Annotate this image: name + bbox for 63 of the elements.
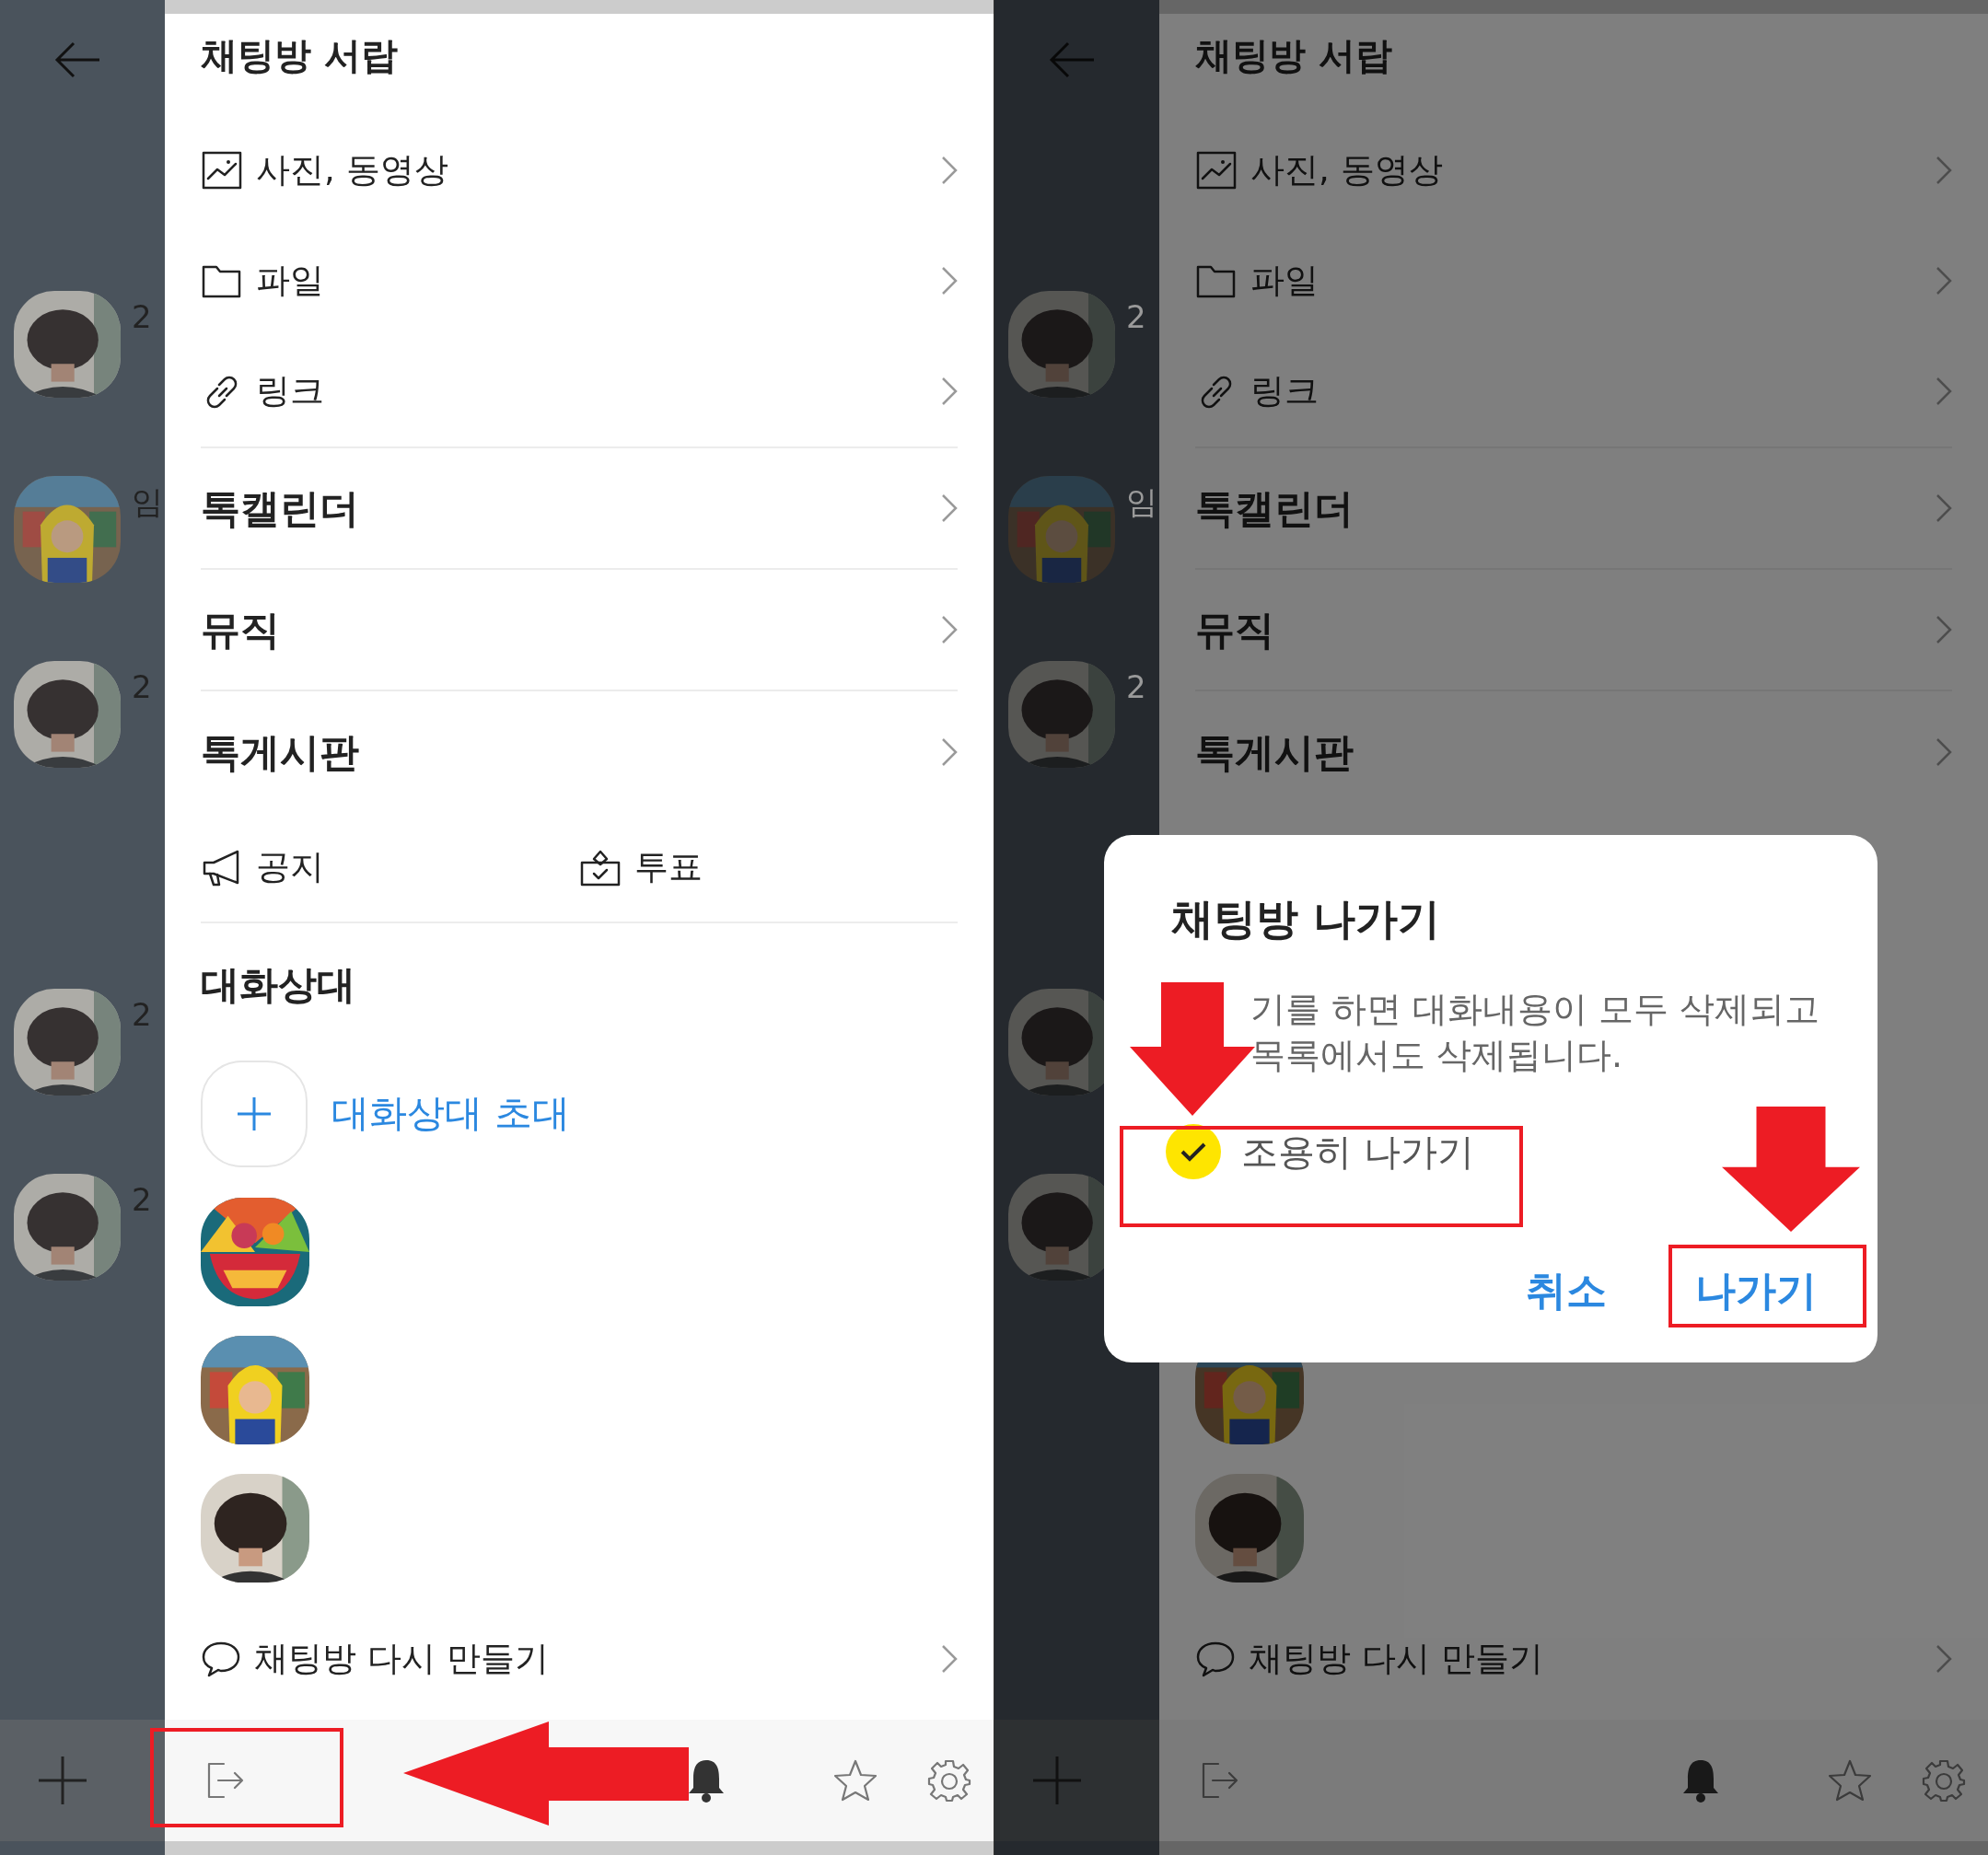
drawer-item[interactable]: 링크 [201,336,958,446]
chat-sender-name: 2 [132,1184,152,1215]
chevron-right-icon [1936,493,1952,523]
chat-sender-name: 2 [1126,301,1146,332]
dialog-message: 기를 하면 대화내용이 모두 삭제되고 [1250,988,1821,1031]
quiet-leave-checkbox[interactable]: 조용히 나가기 [1166,1115,1841,1188]
drawer-section[interactable]: 톡캘린더 [1195,448,1952,570]
chat-sender-name: 2 [1126,671,1146,702]
chevron-right-icon [1936,377,1952,406]
cancel-button[interactable]: 취소 [1526,1254,1607,1327]
chevron-right-icon [941,266,958,296]
dialog-message: 목록에서도 삭제됩니다. [1250,1034,1624,1077]
drawer-item[interactable]: 사진, 동영상 [1195,115,1952,226]
chat-sender-name: 2 [132,301,152,332]
star-icon[interactable] [833,1759,878,1802]
shortcut-item[interactable]: 투표 [579,841,958,893]
chevron-right-icon [941,1643,958,1674]
speech-bubble-icon [1195,1640,1236,1677]
drawer-item[interactable]: 채팅방 다시 만들기 [201,1597,958,1720]
image-icon [201,149,243,191]
dialog-title: 채팅방 나가기 [1171,898,1441,940]
back-arrow-icon[interactable] [53,41,101,78]
drawer-item[interactable]: 채팅방 다시 만들기 [1195,1597,1952,1720]
chevron-right-icon [941,615,958,644]
drawer-section[interactable]: 톡게시판 [201,691,958,813]
drawer-title: 채팅방 서랍 [1195,33,1392,78]
invite-item[interactable]: 대화상대 초대 [201,1061,571,1167]
drawer-section[interactable]: 뮤직 [1195,570,1952,691]
chevron-right-icon [941,156,958,185]
drawer-item[interactable]: 파일 [1195,226,1952,336]
bell-icon[interactable] [686,1758,727,1803]
chevron-right-icon [941,377,958,406]
plus-icon[interactable] [37,1755,88,1806]
chevron-right-icon [1936,266,1952,296]
chevron-right-icon [1936,1643,1952,1674]
settings-icon[interactable] [927,1758,971,1803]
chevron-right-icon [941,737,958,767]
plus-icon[interactable] [1031,1755,1083,1806]
star-icon[interactable] [1828,1759,1872,1802]
chevron-right-icon [1936,156,1952,185]
section-heading: 대화상대 [201,960,355,1009]
drawer-item[interactable]: 링크 [1195,336,1952,446]
exit-icon[interactable] [1200,1760,1240,1801]
plus-icon [236,1096,273,1132]
chat-sender-name: 임 [1126,486,1157,517]
chat-sender-name: 2 [132,999,152,1030]
exit-icon[interactable] [205,1760,246,1801]
shortcut-item[interactable]: 공지 [201,841,579,893]
drawer-section[interactable]: 뮤직 [201,570,958,691]
chevron-right-icon [1936,737,1952,767]
chevron-right-icon [941,493,958,523]
image-icon [1195,149,1238,191]
chevron-right-icon [1936,615,1952,644]
drawer-section[interactable]: 톡게시판 [1195,691,1952,813]
settings-icon[interactable] [1922,1758,1966,1803]
drawer-section[interactable]: 톡캘린더 [201,448,958,570]
speech-bubble-icon [201,1640,241,1677]
drawer-title: 채팅방 서랍 [201,33,398,78]
chat-sender-name: 2 [132,671,152,702]
check-icon [1180,1141,1207,1163]
chat-sender-name: 임 [132,486,163,517]
drawer-item[interactable]: 사진, 동영상 [201,115,958,226]
drawer-item[interactable]: 파일 [201,226,958,336]
